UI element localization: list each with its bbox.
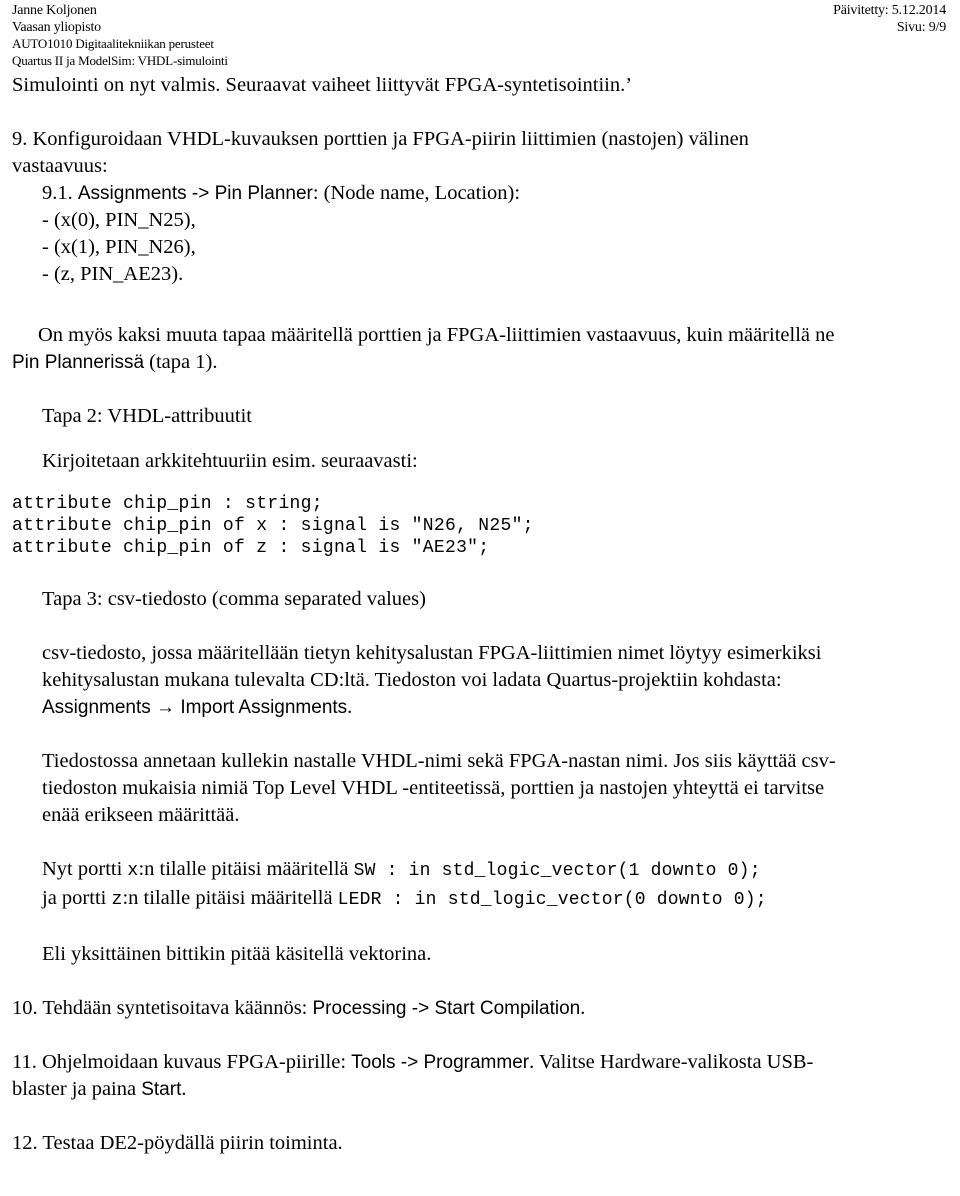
header-right-block: Päivitetty: 5.12.2014 Sivu: 9/9: [833, 3, 946, 36]
step-9-1-number: 9.1.: [42, 182, 73, 204]
file-line3: enää erikseen määrittää.: [42, 804, 240, 826]
ports-line1-mid: :n tilalle pitäisi määritellä: [138, 858, 354, 880]
ports-line2-vhdl-ledr: LEDR : in std_logic_vector(0 downto 0);: [337, 890, 767, 910]
step-12-line: 12. Testaa DE2-pöydällä piirin toiminta.: [12, 1130, 946, 1157]
csv-line2: kehitysalustan mukana tulevalta CD:ltä. …: [42, 669, 782, 691]
paragraph-two-other-ways: On myös kaksi muuta tapaa määritellä por…: [12, 322, 946, 376]
step-9-line1: 9. Konfiguroidaan VHDL-kuvauksen porttie…: [12, 126, 946, 153]
paragraph-file-contents: Tiedostossa annetaan kullekin nastalle V…: [12, 748, 946, 829]
step-10-number: 10.: [12, 997, 38, 1019]
ports-line2-pre: ja portti: [42, 887, 112, 909]
heading-tapa-3: Tapa 3: csv-tiedosto (comma separated va…: [42, 588, 426, 610]
two-ways-line2: Pin Plannerissä (tapa 1).: [12, 349, 946, 376]
document-content: Simulointi on nyt valmis. Seuraavat vaih…: [0, 72, 960, 1157]
menu-path-tools-programmer: Tools -> Programmer: [351, 1052, 530, 1073]
file-line2: tiedoston mukaisia nimiä Top Level VHDL …: [42, 777, 825, 799]
csv-line1: csv-tiedosto, jossa määritellään tietyn …: [42, 642, 822, 664]
csv-line3: Assignments → Import Assignments.: [12, 694, 946, 721]
file-line1: Tiedostossa annetaan kullekin nastalle V…: [42, 750, 836, 772]
step-11-block: 11. Ohjelmoidaan kuvaus FPGA-piirille: T…: [12, 1049, 946, 1103]
paragraph-intro: Simulointi on nyt valmis. Seuraavat vaih…: [12, 74, 633, 96]
header-page-number: Sivu: 9/9: [896, 19, 946, 35]
pin-assignment-item: - (x(0), PIN_N25),: [42, 209, 196, 231]
step-12-number: 12.: [12, 1132, 38, 1154]
document-page: Janne Koljonen Vaasan yliopisto AUTO1010…: [0, 0, 960, 1196]
header-updated-date: Päivitetty: 5.12.2014: [833, 3, 946, 18]
step-9-line2: vastaavuus:: [12, 155, 108, 177]
step-11-text: Ohjelmoidaan kuvaus FPGA-piirille:: [36, 1051, 352, 1073]
header-author: Janne Koljonen: [12, 3, 97, 18]
step-9-block: 9. Konfiguroidaan VHDL-kuvauksen porttie…: [12, 126, 946, 288]
step-9-1-line: 9.1. Assignments -> Pin Planner: (Node n…: [12, 180, 946, 207]
step-9-text-line1: Konfiguroidaan VHDL-kuvauksen porttien j…: [32, 128, 749, 150]
header-organization: Vaasan yliopisto: [12, 19, 101, 35]
step-9-1-tail: : (Node name, Location):: [312, 182, 521, 204]
header-left-block: Janne Koljonen Vaasan yliopisto AUTO1010…: [12, 3, 228, 69]
ports-line2-mid: :n tilalle pitäisi määritellä: [122, 887, 338, 909]
two-ways-line2-tail: (tapa 1).: [144, 351, 218, 373]
header-subject: Quartus II ja ModelSim: VHDL-simulointi: [12, 52, 228, 68]
step-10-text: Tehdään syntetisoitava käännös:: [37, 997, 313, 1019]
paragraph-csv-file: csv-tiedosto, jossa määritellään tietyn …: [12, 640, 946, 721]
ports-line2-signal-z: z: [111, 890, 123, 910]
menu-path-assignments-pin-planner: Assignments -> Pin Planner: [77, 183, 313, 204]
ports-line2: ja portti z:n tilalle pitäisi määritellä…: [12, 885, 946, 914]
vhdl-attribute-code-block: attribute chip_pin : string; attribute c…: [12, 494, 534, 558]
tapa-2-lead-text: Kirjoitetaan arkkitehtuuriin esim. seura…: [42, 450, 418, 472]
step-11-line1: 11. Ohjelmoidaan kuvaus FPGA-piirille: T…: [12, 1049, 946, 1076]
ports-line1-pre: Nyt portti: [42, 858, 128, 880]
heading-tapa-2: Tapa 2: VHDL-attribuutit: [42, 405, 252, 427]
step-11-line2: blaster ja paina Start.: [12, 1076, 946, 1103]
step-11-line2-tail: .: [181, 1078, 187, 1100]
menu-path-pin-planner: Pin Plannerissä: [12, 352, 145, 373]
step-10-line: 10. Tehdään syntetisoitava käännös: Proc…: [12, 995, 946, 1022]
csv-line3-tail: .: [347, 696, 353, 718]
ports-line1-signal-x: x: [127, 861, 139, 881]
step-11-line2-pre: blaster ja paina: [12, 1078, 142, 1100]
page-header: Janne Koljonen Vaasan yliopisto AUTO1010…: [0, 0, 960, 72]
button-label-start: Start: [141, 1079, 182, 1100]
step-11-number: 11.: [12, 1051, 37, 1073]
pin-assignment-item: - (z, PIN_AE23).: [42, 263, 184, 285]
header-course: AUTO1010 Digitaalitekniikan perusteet: [12, 36, 214, 51]
ports-line1-vhdl-sw: SW : in std_logic_vector(1 downto 0);: [353, 861, 761, 881]
step-9-number: 9.: [12, 128, 28, 150]
paragraph-vector-note: Eli yksittäinen bittikin pitää käsitellä…: [42, 943, 432, 965]
ports-line1: Nyt portti x:n tilalle pitäisi määritell…: [12, 856, 946, 885]
two-ways-line1: On myös kaksi muuta tapaa määritellä por…: [38, 324, 835, 346]
paragraph-ports: Nyt portti x:n tilalle pitäisi määritell…: [12, 856, 946, 914]
menu-path-start-compilation: Processing -> Start Compilation: [312, 998, 581, 1019]
step-11-mid: . Valitse Hardware-valikosta USB-: [529, 1051, 814, 1073]
pin-assignment-item: - (x(1), PIN_N26),: [42, 236, 196, 258]
step-12-text: Testaa DE2-pöydällä piirin toiminta.: [37, 1132, 343, 1154]
menu-path-import-assignments: Assignments → Import Assignments: [42, 697, 348, 718]
step-10-tail: .: [580, 997, 586, 1019]
